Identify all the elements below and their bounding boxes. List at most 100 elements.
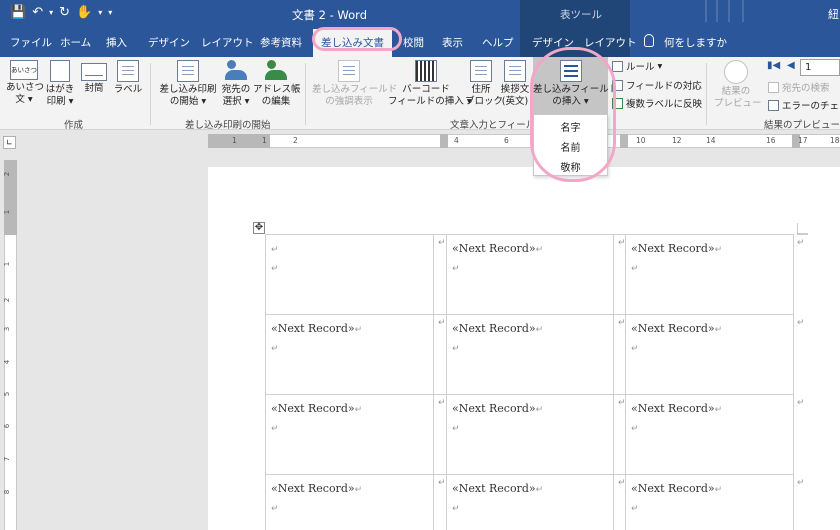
label-cell[interactable]: «Next Record»↵ ↵ — [452, 242, 543, 274]
highlight-mailings-tab — [312, 27, 402, 51]
vruler-tick-label: 7 — [3, 456, 12, 462]
rules-button[interactable]: ルール ▾ — [612, 59, 662, 73]
greeting-letter-button[interactable]: あいさつ あいさつ 文 ▾ — [6, 60, 44, 106]
label-cell[interactable]: «Next Record»↵ ↵ — [631, 482, 722, 514]
redo-icon[interactable]: ↻ — [59, 5, 70, 20]
rules-label: ルール — [626, 62, 655, 73]
undo-caret-icon[interactable]: ▾ — [49, 8, 53, 17]
table-column-border — [793, 234, 794, 530]
paragraph-mark: ↵ — [535, 325, 544, 335]
table-move-handle-icon[interactable]: ✥ — [253, 222, 265, 234]
tab-layout[interactable]: レイアウト — [201, 35, 254, 50]
label-icon — [117, 60, 139, 82]
preview-label-1: 結果の — [721, 86, 751, 97]
envelope-button[interactable]: 封筒 — [78, 60, 110, 95]
address-block-button[interactable]: 住所 ブロック — [465, 60, 503, 108]
vruler-tick-label: 5 — [3, 391, 12, 397]
table-row-border — [265, 474, 793, 475]
paragraph-mark: ↵ — [631, 264, 639, 274]
title-decoration — [716, 0, 718, 22]
touch-mode-icon[interactable]: ✋ — [76, 5, 92, 20]
lightbulb-icon — [644, 34, 654, 47]
cell-end-mark: ↵ — [618, 238, 626, 248]
label-label: ラベル — [113, 84, 143, 95]
preview-results-button[interactable]: 結果の プレビュー — [714, 60, 762, 110]
group-create: 作成 — [64, 120, 84, 131]
tab-review[interactable]: 校閲 — [403, 35, 424, 50]
tab-insert[interactable]: 挿入 — [106, 35, 127, 50]
label-button[interactable]: ラベル — [111, 60, 145, 96]
ruler-tick-label: 1 — [232, 136, 237, 145]
postcard-button[interactable]: はがき 印刷 ▾ — [43, 60, 77, 108]
table-column-border — [433, 234, 434, 530]
ruler-tick-label: 16 — [766, 136, 776, 145]
select-recipients-button[interactable]: 宛先の 選択 ▾ — [219, 60, 253, 108]
postcard-label-1: はがき — [45, 84, 75, 95]
paragraph-mark: ↵ — [714, 245, 723, 255]
previous-record-icon[interactable]: ◀ — [787, 60, 795, 71]
recipients-label-2: 選択 — [222, 96, 242, 107]
tab-view[interactable]: 表示 — [442, 35, 463, 50]
label-cell[interactable]: «Next Record»↵ ↵ — [631, 242, 722, 274]
postcard-label-2: 印刷 — [46, 96, 66, 107]
customize-caret-icon[interactable]: ▾ — [108, 8, 112, 17]
edit-recipient-list-button[interactable]: アドレス帳 の編集 — [253, 60, 301, 108]
label-cell[interactable]: «Next Record»↵ ↵ — [452, 482, 543, 514]
ruler-tick-label: 6 — [504, 136, 509, 145]
label-cell[interactable]: «Next Record»↵ ↵ — [631, 322, 722, 354]
recipients-icon — [225, 60, 247, 82]
rules-icon — [612, 60, 623, 72]
chevron-down-icon: ▾ — [244, 96, 250, 107]
group-preview: 結果のプレビュー — [764, 120, 840, 131]
table-row-border — [265, 394, 793, 395]
find-recipient-button[interactable]: 宛先の検索 — [768, 80, 830, 94]
document-title: 文書 2 - Word — [292, 8, 367, 22]
match-fields-button[interactable]: フィールドの対応 — [612, 78, 702, 92]
undo-icon[interactable]: ↶ — [32, 5, 43, 20]
first-record-icon[interactable]: ▮◀ — [767, 60, 780, 71]
check-errors-label: エラーのチェック — [782, 101, 840, 112]
find-recipient-label: 宛先の検索 — [782, 83, 830, 94]
label-cell[interactable]: «Next Record»↵ ↵ — [271, 322, 362, 354]
cell-end-mark: ↵ — [438, 318, 446, 328]
label-cell[interactable]: «Next Record»↵ ↵ — [452, 402, 543, 434]
tab-help[interactable]: ヘルプ — [482, 35, 514, 50]
tell-me-search[interactable]: 何をしますか — [664, 35, 727, 50]
title-decoration — [705, 0, 707, 22]
next-record-field: «Next Record» — [631, 322, 715, 335]
cell-end-mark: ↵ — [618, 318, 626, 328]
tab-design[interactable]: デザイン — [148, 35, 190, 50]
start-mail-merge-button[interactable]: 差し込み印刷 の開始 ▾ — [158, 60, 218, 108]
save-icon[interactable]: 💾 — [10, 5, 26, 20]
ruler-tick-label: 10 — [636, 136, 646, 145]
highlight-merge-fields-button[interactable]: 差し込みフィールド の強調表示 — [312, 60, 397, 108]
paragraph-mark: ↵ — [452, 424, 460, 434]
touch-caret-icon[interactable]: ▾ — [98, 8, 102, 17]
record-number-field[interactable]: 1 — [800, 59, 840, 76]
user-name[interactable]: 紐 — [828, 6, 839, 22]
paragraph-mark: ↵ — [714, 485, 723, 495]
tab-file[interactable]: ファイル — [10, 35, 52, 50]
paragraph-mark: ↵ — [271, 264, 279, 274]
find-recipient-icon — [768, 81, 779, 93]
label-cell[interactable]: «Next Record»↵ ↵ — [271, 402, 362, 434]
tab-table-layout[interactable]: レイアウト — [584, 35, 637, 50]
label-cell[interactable]: ↵ ↵ — [271, 242, 279, 274]
ruler-column-gap — [440, 134, 448, 148]
insert-barcode-field-button[interactable]: バーコード フィールドの挿入 ▾ — [388, 60, 472, 108]
update-labels-button[interactable]: 複数ラベルに反映 — [612, 96, 702, 110]
horizontal-ruler[interactable] — [208, 134, 840, 148]
check-errors-button[interactable]: エラーのチェック — [768, 98, 840, 112]
next-record-field: «Next Record» — [271, 322, 355, 335]
next-record-field: «Next Record» — [631, 482, 715, 495]
label-cell[interactable]: «Next Record»↵ ↵ — [452, 322, 543, 354]
tab-selector-icon[interactable]: ∟ — [3, 136, 16, 149]
label-cell[interactable]: «Next Record»↵ ↵ — [631, 402, 722, 434]
ruler-tick-label: 4 — [454, 136, 459, 145]
label-cell[interactable]: «Next Record»↵ ↵ — [271, 482, 362, 514]
greeting-label-2: 文 — [15, 94, 25, 105]
tab-home[interactable]: ホーム — [60, 35, 91, 50]
greeting-line-button[interactable]: 挨拶文 (英文) — [497, 60, 533, 108]
cell-end-mark: ↵ — [797, 318, 805, 328]
tab-references[interactable]: 参考資料 — [260, 35, 302, 50]
